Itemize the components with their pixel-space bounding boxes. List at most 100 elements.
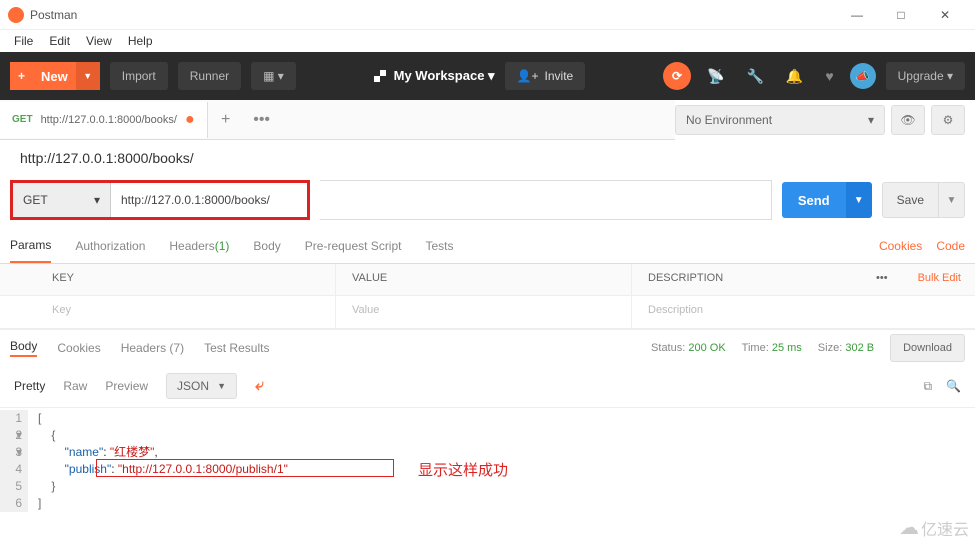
tab-method: GET — [12, 114, 33, 125]
menu-view[interactable]: View — [78, 32, 120, 50]
tab-authorization[interactable]: Authorization — [75, 228, 145, 263]
desc-input[interactable]: Description — [632, 296, 975, 328]
maximize-button[interactable]: □ — [879, 1, 923, 29]
format-select[interactable]: JSON ▼ — [166, 373, 237, 399]
invite-label: Invite — [545, 69, 574, 83]
send-dropdown[interactable]: ▼ — [846, 182, 872, 218]
columns-menu-icon[interactable]: ••• — [860, 264, 904, 295]
resp-tab-body[interactable]: Body — [10, 339, 37, 357]
bell-icon[interactable]: 🔔 — [780, 68, 809, 85]
plus-icon: + — [10, 62, 33, 90]
menu-edit[interactable]: Edit — [41, 32, 78, 50]
resp-tab-tests[interactable]: Test Results — [204, 341, 269, 355]
time-label: Time: — [742, 342, 769, 354]
method-url-box: GET ▾ http://127.0.0.1:8000/books/ — [10, 180, 310, 220]
workspace-label: My Workspace ▾ — [394, 68, 495, 84]
new-dropdown[interactable]: ▼ — [76, 62, 100, 90]
format-label: JSON — [177, 379, 209, 393]
upgrade-button[interactable]: Upgrade ▾ — [886, 62, 965, 90]
env-preview-icon[interactable]: 👁 — [891, 105, 925, 135]
size-label: Size: — [818, 342, 842, 354]
environment-select[interactable]: No Environment ▾ — [675, 105, 885, 135]
tab-prerequest[interactable]: Pre-request Script — [305, 228, 402, 263]
cloud-icon: ☁ — [899, 515, 919, 540]
tab-title: http://127.0.0.1:8000/books/ — [41, 114, 177, 126]
resp-tab-headers[interactable]: Headers (7) — [121, 341, 184, 355]
invite-button[interactable]: 👤+ Invite — [505, 62, 586, 90]
menu-file[interactable]: File — [6, 32, 41, 50]
settings-icon[interactable]: ⚙ — [931, 105, 965, 135]
avatar[interactable]: 📣 — [850, 63, 876, 89]
save-button[interactable]: Save — [882, 182, 939, 218]
resp-tab-cookies[interactable]: Cookies — [57, 341, 100, 355]
wrap-icon[interactable]: ⤶ — [255, 377, 264, 395]
status-label: Status: — [651, 342, 685, 354]
env-label: No Environment — [686, 113, 772, 127]
person-icon: 👤+ — [517, 69, 539, 83]
key-input[interactable]: Key — [36, 296, 336, 328]
add-tab-button[interactable]: + — [208, 102, 244, 138]
send-button[interactable]: Send — [782, 182, 846, 218]
header-value: VALUE — [336, 264, 632, 295]
bulk-edit-link[interactable]: Bulk Edit — [918, 272, 961, 284]
app-logo — [8, 7, 24, 23]
params-table: KEY VALUE DESCRIPTION ••• Bulk Edit Key … — [0, 264, 975, 329]
request-name: http://127.0.0.1:8000/books/ — [0, 140, 975, 176]
window-title: Postman — [30, 8, 835, 22]
url-input[interactable]: http://127.0.0.1:8000/books/ — [111, 183, 307, 217]
header-desc: DESCRIPTION — [632, 264, 860, 295]
status-value: 200 OK — [688, 342, 725, 354]
method-label: GET — [23, 193, 48, 207]
tab-body[interactable]: Body — [253, 228, 280, 263]
main-toolbar: + New ▼ Import Runner ▦ ▾ My Workspace ▾… — [0, 52, 975, 100]
close-button[interactable]: ✕ — [923, 1, 967, 29]
grid-icon — [374, 70, 386, 82]
minimize-button[interactable]: — — [835, 1, 879, 29]
workspace-selector[interactable]: My Workspace ▾ — [374, 68, 495, 84]
cookies-link[interactable]: Cookies — [879, 239, 922, 253]
code-link[interactable]: Code — [936, 239, 965, 253]
menu-bar: File Edit View Help — [0, 30, 975, 52]
satellite-icon[interactable]: 📡 — [701, 68, 730, 85]
copy-icon[interactable]: ⧉ — [923, 379, 932, 394]
code-content[interactable]: [ { "name": "红楼梦", "publish": "http://12… — [28, 410, 288, 512]
search-icon[interactable]: 🔍 — [946, 379, 961, 394]
new-label: New — [33, 69, 76, 84]
window-button[interactable]: ▦ ▾ — [251, 62, 296, 90]
import-button[interactable]: Import — [110, 62, 168, 90]
request-subtabs: Params Authorization Headers (1) Body Pr… — [0, 228, 975, 264]
chevron-down-icon: ▾ — [868, 113, 874, 127]
annotation-text: 显示这样成功 — [418, 459, 508, 480]
chevron-down-icon: ▾ — [94, 193, 100, 207]
runner-button[interactable]: Runner — [178, 62, 241, 90]
new-button[interactable]: + New ▼ — [10, 62, 100, 90]
value-input[interactable]: Value — [336, 296, 632, 328]
method-select[interactable]: GET ▾ — [13, 183, 111, 217]
size-value: 302 B — [845, 342, 874, 354]
response-body: 1 ▾2 ▾3 456 [ { "name": "红楼梦", "publish"… — [0, 408, 975, 514]
unsaved-dot-icon: ● — [185, 111, 195, 129]
url-input-extended[interactable] — [320, 180, 772, 220]
header-key: KEY — [36, 264, 336, 295]
view-raw[interactable]: Raw — [63, 379, 87, 393]
response-tabs: Body Cookies Headers (7) Test Results St… — [0, 329, 975, 365]
response-toolbar: Pretty Raw Preview JSON ▼ ⤶ ⧉ 🔍 — [0, 365, 975, 408]
tab-more-button[interactable]: ••• — [244, 102, 280, 138]
tab-tests[interactable]: Tests — [425, 228, 453, 263]
request-tab[interactable]: GET http://127.0.0.1:8000/books/ ● — [0, 102, 208, 138]
tab-headers[interactable]: Headers (1) — [169, 228, 229, 263]
time-value: 25 ms — [772, 342, 802, 354]
watermark-text: 亿速云 — [921, 516, 969, 540]
heart-icon[interactable]: ♥ — [819, 68, 839, 84]
wrench-icon[interactable]: 🔧 — [740, 68, 769, 85]
view-pretty[interactable]: Pretty — [14, 379, 45, 393]
line-gutter: 1 ▾2 ▾3 456 — [0, 410, 28, 512]
download-button[interactable]: Download — [890, 334, 965, 362]
tab-params[interactable]: Params — [10, 228, 51, 263]
view-preview[interactable]: Preview — [105, 379, 148, 393]
menu-help[interactable]: Help — [120, 32, 161, 50]
watermark: ☁ 亿速云 — [899, 515, 969, 540]
chevron-down-icon: ▼ — [217, 381, 226, 391]
sync-icon[interactable]: ⟳ — [663, 62, 691, 90]
save-dropdown[interactable]: ▼ — [939, 182, 965, 218]
